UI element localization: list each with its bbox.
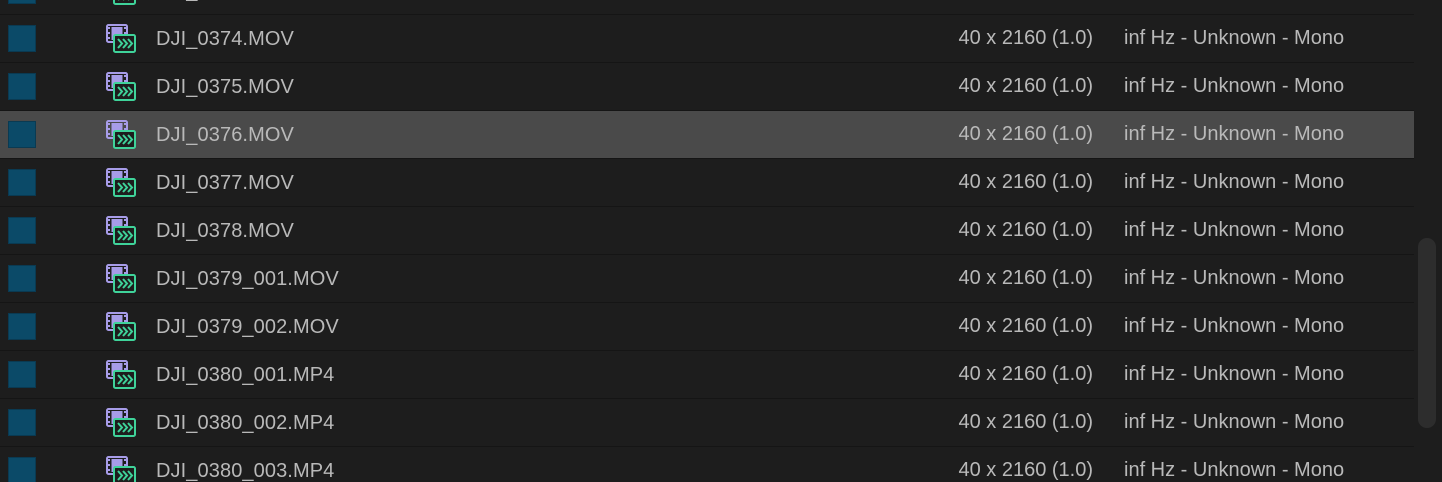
clip-resolution: 40 x 2160 (1.0) (958, 363, 1093, 385)
clip-name: DJI_0376.MOV (156, 124, 294, 146)
video-audio-clip-icon (106, 264, 136, 293)
clip-name: DJI_0377.MOV (156, 172, 294, 194)
label-color-swatch[interactable] (8, 409, 36, 436)
label-color-swatch[interactable] (8, 217, 36, 244)
label-color-swatch[interactable] (8, 25, 36, 52)
table-row[interactable]: DJI_0374.MOV 40 x 2160 (1.0) inf Hz - Un… (0, 15, 1414, 63)
video-audio-clip-icon (106, 312, 136, 341)
table-row[interactable]: DJI_0380_001.MP4 40 x 2160 (1.0) inf Hz … (0, 351, 1414, 399)
video-audio-clip-icon (106, 360, 136, 389)
clip-audio-info: inf Hz - Unknown - Mono (1124, 75, 1345, 97)
resolution-cell: 40 x 2160 (1.0) (953, 159, 1113, 206)
label-color-swatch[interactable] (8, 0, 36, 4)
resolution-cell: 40 x 2160 (1.0) (953, 303, 1113, 350)
clip-audio-info: inf Hz - Unknown - Mono (1124, 27, 1345, 49)
label-color-swatch[interactable] (8, 169, 36, 196)
clip-audio-info: inf Hz - Unknown - Mono (1124, 411, 1345, 433)
video-audio-clip-icon (106, 408, 136, 437)
project-clip-list: DJI_0373.MOV 40 x 2160 (1.0) inf Hz - Un… (0, 0, 1414, 482)
resolution-cell: 40 x 2160 (1.0) (953, 399, 1113, 446)
clip-resolution: 40 x 2160 (1.0) (958, 27, 1093, 49)
clip-resolution: 40 x 2160 (1.0) (958, 315, 1093, 337)
resolution-cell: 40 x 2160 (1.0) (953, 447, 1113, 482)
clip-audio-info: inf Hz - Unknown - Mono (1124, 315, 1345, 337)
clip-audio-info: inf Hz - Unknown - Mono (1124, 171, 1345, 193)
label-color-swatch[interactable] (8, 265, 36, 292)
clip-name: DJI_0380_003.MP4 (156, 460, 335, 482)
resolution-cell: 40 x 2160 (1.0) (953, 15, 1113, 62)
label-color-swatch[interactable] (8, 121, 36, 148)
table-row[interactable]: DJI_0375.MOV 40 x 2160 (1.0) inf Hz - Un… (0, 63, 1414, 111)
clip-name: DJI_0379_002.MOV (156, 316, 339, 338)
resolution-cell: 40 x 2160 (1.0) (953, 63, 1113, 110)
video-audio-clip-icon (106, 24, 136, 53)
video-audio-clip-icon (106, 72, 136, 101)
video-audio-clip-icon (106, 216, 136, 245)
clip-resolution: 40 x 2160 (1.0) (958, 75, 1093, 97)
clip-name: DJI_0380_002.MP4 (156, 412, 335, 434)
clip-audio-info: inf Hz - Unknown - Mono (1124, 219, 1345, 241)
clip-resolution: 40 x 2160 (1.0) (958, 0, 1093, 14)
clip-resolution: 40 x 2160 (1.0) (958, 267, 1093, 289)
table-row[interactable]: DJI_0379_002.MOV 40 x 2160 (1.0) inf Hz … (0, 303, 1414, 351)
clip-name: DJI_0380_001.MP4 (156, 364, 335, 386)
table-row[interactable]: DJI_0373.MOV 40 x 2160 (1.0) inf Hz - Un… (0, 0, 1414, 15)
table-row[interactable]: DJI_0378.MOV 40 x 2160 (1.0) inf Hz - Un… (0, 207, 1414, 255)
label-color-swatch[interactable] (8, 361, 36, 388)
clip-audio-info: inf Hz - Unknown - Mono (1124, 459, 1345, 481)
table-row[interactable]: DJI_0380_003.MP4 40 x 2160 (1.0) inf Hz … (0, 447, 1414, 482)
clip-name: DJI_0375.MOV (156, 76, 294, 98)
clip-resolution: 40 x 2160 (1.0) (958, 459, 1093, 481)
clip-name: DJI_0379_001.MOV (156, 268, 339, 290)
resolution-cell: 40 x 2160 (1.0) (953, 351, 1113, 398)
clip-resolution: 40 x 2160 (1.0) (958, 219, 1093, 241)
resolution-cell: 40 x 2160 (1.0) (953, 111, 1113, 158)
resolution-cell: 40 x 2160 (1.0) (953, 255, 1113, 302)
vertical-scrollbar[interactable] (1414, 0, 1442, 482)
resolution-cell: 40 x 2160 (1.0) (953, 207, 1113, 254)
video-audio-clip-icon (106, 168, 136, 197)
clip-resolution: 40 x 2160 (1.0) (958, 411, 1093, 433)
clip-audio-info: inf Hz - Unknown - Mono (1124, 267, 1345, 289)
label-color-swatch[interactable] (8, 73, 36, 100)
video-audio-clip-icon (113, 0, 136, 5)
label-color-swatch[interactable] (8, 457, 36, 482)
table-row-selected[interactable]: DJI_0376.MOV 40 x 2160 (1.0) inf Hz - Un… (0, 111, 1414, 159)
table-row[interactable]: DJI_0379_001.MOV 40 x 2160 (1.0) inf Hz … (0, 255, 1414, 303)
clip-audio-info: inf Hz - Unknown - Mono (1124, 0, 1344, 14)
label-color-swatch[interactable] (8, 313, 36, 340)
resolution-cell: 40 x 2160 (1.0) (953, 0, 1113, 14)
clip-resolution: 40 x 2160 (1.0) (958, 123, 1093, 145)
clip-resolution: 40 x 2160 (1.0) (958, 171, 1093, 193)
clip-name: DJI_0378.MOV (156, 220, 294, 242)
clip-name: DJI_0373.MOV (156, 0, 294, 14)
scrollbar-thumb[interactable] (1418, 238, 1436, 428)
table-row[interactable]: DJI_0380_002.MP4 40 x 2160 (1.0) inf Hz … (0, 399, 1414, 447)
table-row[interactable]: DJI_0377.MOV 40 x 2160 (1.0) inf Hz - Un… (0, 159, 1414, 207)
clip-name: DJI_0374.MOV (156, 28, 294, 50)
clip-audio-info: inf Hz - Unknown - Mono (1124, 123, 1345, 145)
clip-audio-info: inf Hz - Unknown - Mono (1124, 363, 1345, 385)
video-audio-clip-icon (106, 120, 136, 149)
video-audio-clip-icon (106, 456, 136, 482)
